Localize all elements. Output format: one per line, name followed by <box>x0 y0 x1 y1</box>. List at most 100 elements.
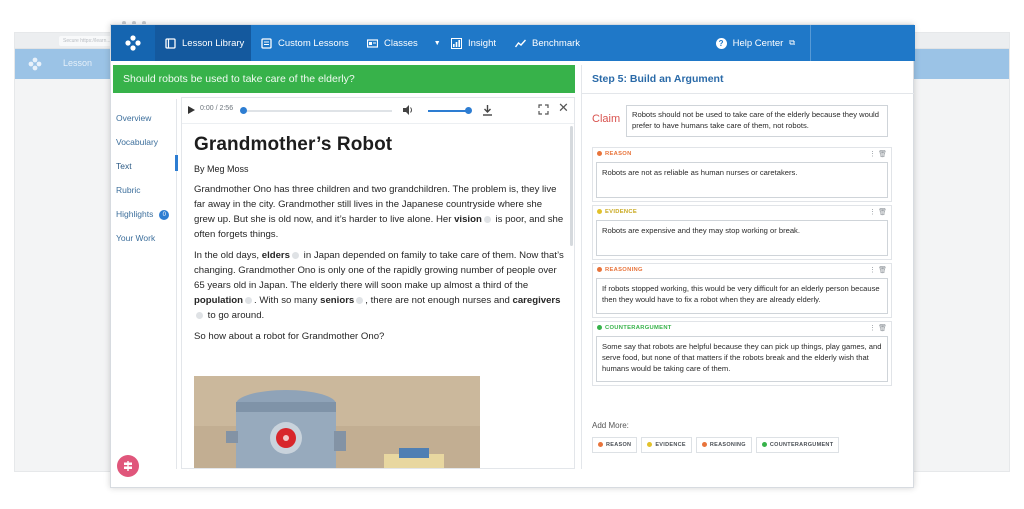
claim-textarea[interactable]: Robots should not be used to take care o… <box>626 105 888 137</box>
logo-icon <box>125 35 141 51</box>
drag-handle-icon[interactable]: ⋮ <box>869 151 876 158</box>
step-divider <box>582 93 914 94</box>
counterargument-textarea[interactable]: Some say that robots are helpful because… <box>596 336 888 382</box>
expand-icon[interactable] <box>538 104 549 115</box>
nav-lesson-library[interactable]: Lesson Library <box>155 25 251 61</box>
card-header: EVIDENCE ⋮ 🗑 <box>593 206 891 220</box>
audio-progress-knob[interactable] <box>240 107 247 114</box>
add-reasoning-button[interactable]: REASONING <box>695 437 752 453</box>
glossary-icon[interactable] <box>245 296 253 304</box>
step-title: Step 5: Build an Argument <box>592 73 724 85</box>
claim-label: Claim <box>592 113 621 125</box>
vocab-word-vision[interactable]: vision <box>454 214 482 225</box>
reasoning-dot-icon <box>701 442 707 448</box>
sidebar-item-rubric[interactable]: Rubric <box>116 185 141 195</box>
volume-icon[interactable] <box>402 104 414 116</box>
card-header: REASONING ⋮ 🗑 <box>593 264 891 278</box>
volume-slider-track[interactable] <box>428 110 468 112</box>
nav-separator <box>810 25 811 61</box>
help-center-link[interactable]: ? Help Center ⧉ <box>715 25 795 61</box>
home-logo-button[interactable] <box>111 25 155 61</box>
sidebar-active-indicator <box>175 155 178 171</box>
vocab-word-elders[interactable]: elders <box>262 250 290 261</box>
vocab-word-seniors[interactable]: seniors <box>320 295 354 306</box>
nav-classes-label: Classes <box>384 37 418 49</box>
audio-progress-track[interactable] <box>242 110 392 112</box>
close-icon[interactable]: ✕ <box>558 101 569 115</box>
vocab-word-population[interactable]: population <box>194 295 243 306</box>
sidebar-item-vocabulary[interactable]: Vocabulary <box>116 137 158 147</box>
nav-benchmark[interactable]: Benchmark <box>515 25 580 61</box>
nav-benchmark-label: Benchmark <box>532 37 581 49</box>
argument-panel: Step 5: Build an Argument Claim Robots s… <box>581 65 914 469</box>
nav-insight[interactable]: Insight <box>451 25 496 61</box>
highlights-count-badge: 0 <box>159 209 170 220</box>
sidebar-item-your-work[interactable]: Your Work <box>116 233 155 243</box>
signpost-icon <box>124 461 132 471</box>
top-navigation: Lesson Library Custom Lessons Classes ▼ … <box>111 25 915 61</box>
evidence-textarea[interactable]: Robots are expensive and they may stop w… <box>596 220 888 256</box>
trash-icon[interactable]: 🗑 <box>878 209 887 216</box>
evidence-dot-icon <box>597 209 602 214</box>
card-tag: REASON <box>597 151 632 157</box>
audio-player: 0:00 / 2:56 ✕ <box>182 98 574 124</box>
counterargument-dot-icon <box>761 442 767 448</box>
reason-card: REASON ⋮ 🗑 Robots are not as reliable as… <box>592 147 892 202</box>
drag-handle-icon[interactable]: ⋮ <box>869 209 876 216</box>
nav-lesson-library-label: Lesson Library <box>182 37 245 49</box>
reason-textarea[interactable]: Robots are not as reliable as human nurs… <box>596 162 888 198</box>
card-header: COUNTERARGUMENT ⋮ 🗑 <box>593 322 891 336</box>
article-paragraph-1: Grandmother Ono has three children and t… <box>194 182 564 242</box>
card-tools: ⋮ 🗑 <box>869 208 887 216</box>
card-tag-label: COUNTERARGUMENT <box>605 325 672 332</box>
book-icon <box>165 37 176 49</box>
app-window: Lesson Library Custom Lessons Classes ▼ … <box>110 24 915 488</box>
article-title: Grandmother’s Robot <box>194 134 393 155</box>
volume-slider-knob[interactable] <box>465 107 472 114</box>
nav-insight-label: Insight <box>468 37 496 49</box>
add-counterargument-button[interactable]: COUNTERARGUMENT <box>755 437 840 453</box>
trash-icon[interactable]: 🗑 <box>878 151 887 158</box>
sidebar-item-highlights[interactable]: Highlights 0 <box>116 209 170 220</box>
drag-handle-icon[interactable]: ⋮ <box>869 325 876 332</box>
glossary-icon[interactable] <box>483 215 491 223</box>
nav-custom-lessons[interactable]: Custom Lessons <box>261 25 349 61</box>
add-reason-button[interactable]: REASON <box>592 437 638 453</box>
card-tag-label: EVIDENCE <box>605 209 638 216</box>
paragraph-text: , there are not enough nurses and <box>365 295 513 306</box>
paragraph-text: In the old days, <box>194 250 262 261</box>
trash-icon[interactable]: 🗑 <box>878 325 887 332</box>
nav-classes[interactable]: Classes ▼ <box>367 25 441 61</box>
background-logo-icon <box>28 57 42 71</box>
card-tools: ⋮ 🗑 <box>869 150 887 158</box>
add-evidence-button[interactable]: EVIDENCE <box>641 437 692 453</box>
download-icon[interactable] <box>482 104 493 116</box>
card-header: REASON ⋮ 🗑 <box>593 148 891 162</box>
article-paragraph-2: In the old days, elders in Japan depende… <box>194 248 564 323</box>
chip-label: EVIDENCE <box>655 442 686 448</box>
play-icon[interactable] <box>188 106 195 114</box>
lesson-sidebar: Overview Vocabulary Text Rubric Highligh… <box>111 99 177 469</box>
reasoning-textarea[interactable]: If robots stopped working, this would be… <box>596 278 888 314</box>
reasoning-dot-icon <box>597 267 602 272</box>
drag-handle-icon[interactable]: ⋮ <box>869 267 876 274</box>
trash-icon[interactable]: 🗑 <box>878 267 887 274</box>
paragraph-text: . With so many <box>254 295 321 306</box>
add-more-label: Add More: <box>592 421 629 430</box>
sidebar-item-text[interactable]: Text <box>116 161 132 171</box>
card-tag: EVIDENCE <box>597 209 637 215</box>
counterargument-card: COUNTERARGUMENT ⋮ 🗑 Some say that robots… <box>592 321 892 386</box>
glossary-icon[interactable] <box>356 296 364 304</box>
evidence-card: EVIDENCE ⋮ 🗑 Robots are expensive and th… <box>592 205 892 260</box>
glossary-icon[interactable] <box>292 251 300 259</box>
sidebar-item-overview[interactable]: Overview <box>116 113 151 123</box>
chip-label: REASONING <box>709 442 746 448</box>
reader-scrollbar[interactable] <box>570 126 573 246</box>
trend-icon <box>515 39 526 47</box>
reasoning-card: REASONING ⋮ 🗑 If robots stopped working,… <box>592 263 892 318</box>
signpost-button[interactable] <box>117 455 139 477</box>
glossary-icon[interactable] <box>196 311 203 319</box>
vocab-word-caregivers[interactable]: caregivers <box>513 295 561 306</box>
counterargument-dot-icon <box>597 325 602 330</box>
classes-icon <box>367 38 378 48</box>
